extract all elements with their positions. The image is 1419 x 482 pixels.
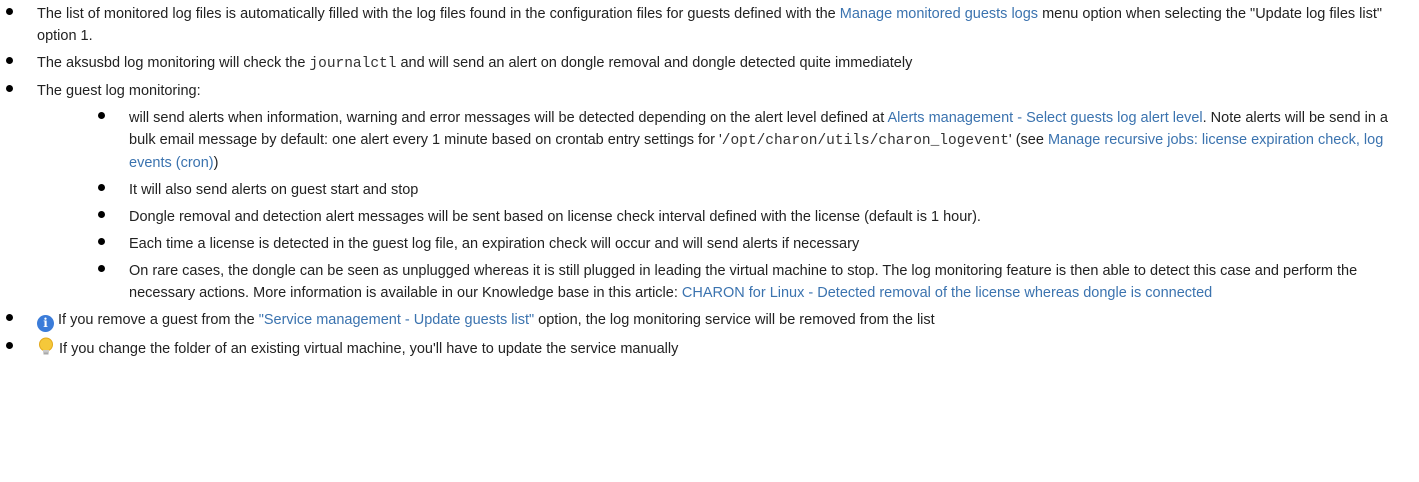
sub-list-item: will send alerts when information, warni… [92, 107, 1399, 174]
service-management-link[interactable]: "Service management - Update guests list… [259, 312, 534, 328]
list-item: The list of monitored log files is autom… [0, 3, 1399, 47]
bullet-icon [6, 85, 13, 92]
kb-article-link[interactable]: CHARON for Linux - Detected removal of t… [682, 285, 1212, 301]
list-item: If you change the folder of an existing … [0, 337, 1399, 360]
bullet-icon [6, 57, 13, 64]
bullet-icon [98, 265, 105, 272]
bullet-icon [98, 184, 105, 191]
bullet-icon [6, 314, 13, 321]
sub-list-item: On rare cases, the dongle can be seen as… [92, 260, 1399, 304]
code-charon-logevent: /opt/charon/utils/charon_logevent [721, 133, 1009, 149]
lightbulb-icon [39, 337, 53, 355]
sub-list-item: It will also send alerts on guest start … [92, 179, 1399, 201]
document-body: The list of monitored log files is autom… [0, 0, 1419, 360]
bullet-icon [98, 211, 105, 218]
list-item: The aksusbd log monitoring will check th… [0, 52, 1399, 75]
info-icon: i [37, 315, 54, 332]
bullet-list: The list of monitored log files is autom… [0, 3, 1399, 360]
bullet-icon [6, 8, 13, 15]
alerts-management-link[interactable]: Alerts management - Select guests log al… [887, 110, 1202, 126]
manage-monitored-guests-logs-link[interactable]: Manage monitored guests logs [840, 6, 1038, 22]
bullet-icon [98, 238, 105, 245]
list-item: i If you remove a guest from the "Service… [0, 309, 1399, 332]
sub-list-item: Dongle removal and detection alert messa… [92, 206, 1399, 228]
bullet-icon [98, 112, 105, 119]
code-journalctl: journalctl [309, 56, 397, 72]
bullet-icon [6, 342, 13, 349]
list-item: The guest log monitoring: will send aler… [0, 80, 1399, 304]
sub-bullet-list: will send alerts when information, warni… [37, 107, 1399, 304]
sub-list-item: Each time a license is detected in the g… [92, 233, 1399, 255]
